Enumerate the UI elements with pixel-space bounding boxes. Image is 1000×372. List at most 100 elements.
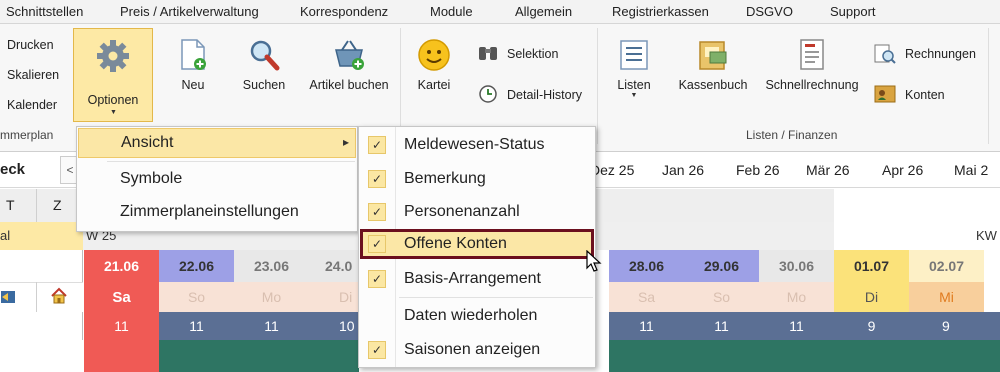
date-cell[interactable]: 01.07 [834, 250, 909, 282]
optionen-label: Optionen [87, 93, 139, 107]
season-row-label [0, 340, 83, 372]
menu-item-label: Saisonen anzeigen [404, 341, 541, 358]
menu-module[interactable]: Module [430, 4, 473, 19]
kalender-button[interactable]: Kalender [7, 98, 57, 112]
search-icon [250, 40, 280, 71]
checkmark-icon: ✓ [368, 270, 386, 288]
basket-icon [335, 40, 364, 70]
room-category-row [0, 222, 83, 250]
gear-icon [97, 40, 129, 72]
weekday-cell: So [684, 282, 759, 312]
optionen-button[interactable]: Optionen ▼ [73, 28, 153, 122]
menu-item-saisonen-anzeigen[interactable]: ✓ Saisonen anzeigen [360, 335, 594, 365]
menu-allgemein[interactable]: Allgemein [515, 4, 572, 19]
month-mai-26[interactable]: Mai 2 [954, 162, 988, 178]
menu-preis-artikelverwaltung[interactable]: Preis / Artikelverwaltung [120, 4, 259, 19]
availability-count: 9 [834, 312, 909, 340]
menu-item-personenanzahl[interactable]: ✓ Personenanzahl [360, 197, 594, 227]
neu-label: Neu [181, 78, 205, 92]
suchen-button[interactable]: Suchen [236, 38, 292, 92]
group-label-zimmerplan: mmerplan [0, 128, 54, 142]
date-cell[interactable]: 23.06 [234, 250, 309, 282]
menu-item-label: Bemerkung [404, 170, 486, 187]
column-t: T [6, 197, 15, 213]
season-cell [609, 340, 1000, 372]
menu-item-daten-wiederholen[interactable]: Daten wiederholen [360, 301, 594, 331]
menu-item-zimmerplaneinstellungen[interactable]: Zimmerplaneinstellungen [78, 197, 356, 227]
menu-korrespondenz[interactable]: Korrespondenz [300, 4, 388, 19]
kartei-label: Kartei [417, 78, 451, 92]
menu-separator [399, 297, 593, 298]
menu-item-label: Meldewesen-Status [404, 136, 545, 153]
column-z: Z [53, 197, 62, 213]
checkmark-icon: ✓ [368, 170, 386, 188]
kartei-button[interactable]: Kartei [410, 38, 458, 92]
smiley-icon [418, 39, 450, 71]
neu-button[interactable]: Neu [168, 38, 218, 92]
ribbon-separator [597, 28, 598, 144]
date-cell[interactable]: 24.0 [309, 250, 359, 282]
month-apr-26[interactable]: Apr 26 [882, 162, 923, 178]
detail-history-button[interactable]: Detail-History [507, 88, 582, 102]
date-cell[interactable]: 02.07 [909, 250, 984, 282]
listen-button[interactable]: Listen ▼ [606, 38, 662, 99]
mouse-cursor-icon [586, 250, 602, 272]
group-label-listen-finanzen: Listen / Finanzen [746, 128, 838, 142]
menu-registrierkassen[interactable]: Registrierkassen [612, 4, 709, 19]
availability-count: 11 [684, 312, 759, 340]
accounts-icon [874, 85, 896, 103]
weekday-cell: Mo [234, 282, 309, 312]
menu-support[interactable]: Support [830, 4, 876, 19]
menu-item-label: Daten wiederholen [404, 307, 538, 324]
schnellrechnung-label: Schnellrechnung [765, 78, 859, 92]
skalieren-button[interactable]: Skalieren [7, 68, 59, 82]
column-divider [36, 282, 37, 312]
season-cell [159, 340, 359, 372]
weekday-cell: Di [834, 282, 909, 312]
menu-item-meldewesen-status[interactable]: ✓ Meldewesen-Status [360, 130, 594, 160]
checkmark-icon: ✓ [368, 341, 386, 359]
checkmark-icon: ✓ [368, 235, 386, 253]
availability-count: 11 [609, 312, 684, 340]
month-maer-26[interactable]: Mär 26 [806, 162, 850, 178]
menu-bar: Schnittstellen Preis / Artikelverwaltung… [0, 0, 1000, 24]
konten-button[interactable]: Konten [905, 88, 945, 102]
home-icon[interactable] [50, 287, 68, 305]
binoculars-icon [479, 47, 497, 60]
menu-schnittstellen[interactable]: Schnittstellen [6, 4, 83, 19]
history-clock-icon [479, 85, 497, 103]
menu-item-bemerkung[interactable]: ✓ Bemerkung [360, 164, 594, 194]
menu-item-label: Offene Konten [404, 235, 507, 252]
date-cell[interactable]: 29.06 [684, 250, 759, 282]
artikel-buchen-label: Artikel buchen [309, 78, 389, 92]
rechnungen-button[interactable]: Rechnungen [905, 47, 976, 61]
month-dez-25[interactable]: Dez 25 [590, 162, 634, 178]
availability-count: 11 [759, 312, 834, 340]
search-invoice-icon [874, 44, 896, 64]
menu-item-ansicht[interactable]: Ansicht ▸ [78, 128, 356, 158]
month-feb-26[interactable]: Feb 26 [736, 162, 780, 178]
submenu-arrow-icon: ▸ [342, 135, 349, 149]
drucken-button[interactable]: Drucken [7, 38, 54, 52]
month-jan-26[interactable]: Jan 26 [662, 162, 704, 178]
date-cell[interactable]: 21.06 [84, 250, 159, 282]
weekday-cell: Mi [909, 282, 984, 312]
menu-item-basis-arrangement[interactable]: ✓ Basis-Arrangement [360, 264, 594, 294]
room-nav-icon[interactable] [0, 288, 18, 306]
menu-item-label: Personenanzahl [404, 203, 520, 220]
date-cell[interactable]: 28.06 [609, 250, 684, 282]
ansicht-submenu: ✓ Meldewesen-Status ✓ Bemerkung ✓ Person… [358, 126, 596, 368]
chevron-down-icon: ▼ [110, 109, 117, 116]
date-cell[interactable]: 30.06 [759, 250, 834, 282]
weekday-cell: Sa [84, 282, 159, 312]
menu-item-symbole[interactable]: Symbole [78, 164, 356, 194]
menu-item-ansicht-label: Ansicht [121, 134, 174, 151]
menu-dsgvo[interactable]: DSGVO [746, 4, 793, 19]
menu-item-offene-konten[interactable]: ✓ Offene Konten [360, 229, 594, 259]
artikel-buchen-button[interactable]: Artikel buchen [304, 38, 394, 92]
kassenbuch-button[interactable]: Kassenbuch [674, 38, 752, 92]
schnellrechnung-button[interactable]: Schnellrechnung [763, 38, 861, 92]
date-cell[interactable]: 22.06 [159, 250, 234, 282]
room-plan-label: eck [0, 161, 26, 178]
selektion-button[interactable]: Selektion [507, 47, 558, 61]
